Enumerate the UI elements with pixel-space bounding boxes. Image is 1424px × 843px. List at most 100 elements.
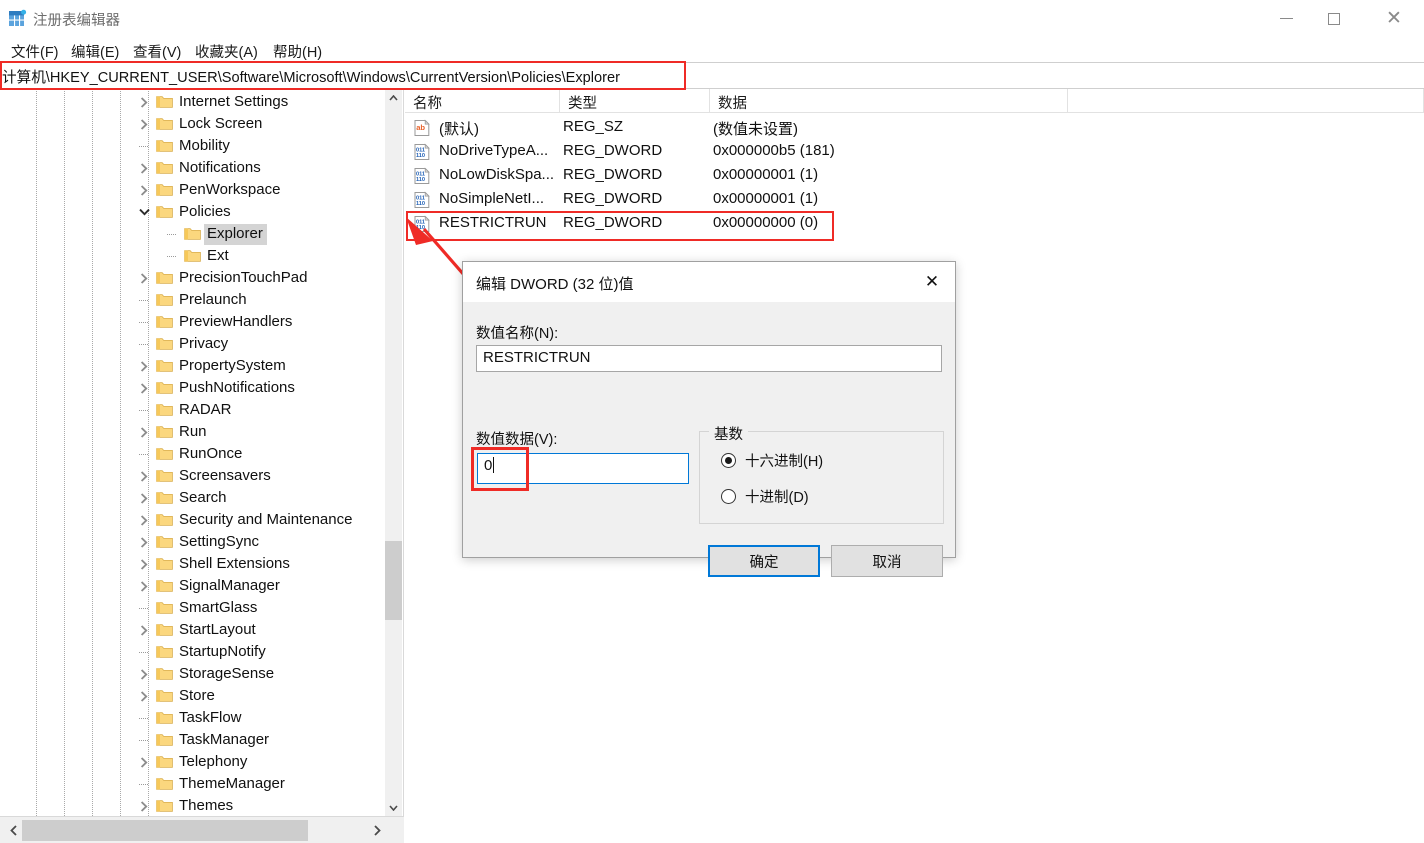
tree-vertical-scrollbar[interactable] (385, 89, 402, 816)
chevron-down-icon[interactable] (136, 201, 152, 223)
chevron-right-icon[interactable] (136, 751, 152, 773)
value-row[interactable]: ab (默认) REG_SZ (数值未设置) (405, 116, 1424, 140)
value-row[interactable]: 011 110 RESTRICTRUN REG_DWORD 0x00000000 (0) (405, 212, 1424, 236)
chevron-right-icon[interactable] (136, 113, 152, 135)
minimize-button[interactable] (1263, 0, 1309, 37)
tree-item-run[interactable]: Run (0, 421, 380, 443)
tree-item-store[interactable]: Store (0, 685, 380, 707)
folder-icon (184, 227, 201, 241)
menu-item-0[interactable]: 文件(F) (8, 40, 62, 61)
value-row[interactable]: 011 110 NoDriveTypeA... REG_DWORD 0x000000b5… (405, 140, 1424, 164)
tree-item-previewhandlers[interactable]: PreviewHandlers (0, 311, 380, 333)
scroll-left-icon[interactable] (2, 819, 24, 842)
chevron-right-icon[interactable] (136, 355, 152, 377)
chevron-right-icon[interactable] (136, 465, 152, 487)
chevron-right-icon[interactable] (136, 487, 152, 509)
tree-item-startlayout[interactable]: StartLayout (0, 619, 380, 641)
tree-item-taskmanager[interactable]: TaskManager (0, 729, 380, 751)
tree-item-ext[interactable]: Ext (0, 245, 380, 267)
scroll-down-icon[interactable] (385, 799, 402, 816)
tree-horizontal-scrollbar[interactable] (0, 816, 404, 843)
value-row[interactable]: 011 110 NoLowDiskSpa... REG_DWORD 0x00000001… (405, 164, 1424, 188)
tree-item-themes[interactable]: Themes (0, 795, 380, 816)
tree-scrollbar-thumb[interactable] (385, 541, 402, 620)
value-data: 0x00000001 (1) (713, 190, 819, 207)
menu-item-4[interactable]: 帮助(H) (270, 40, 325, 61)
maximize-button[interactable] (1311, 0, 1357, 37)
folder-icon (156, 447, 173, 461)
chevron-right-icon[interactable] (136, 795, 152, 816)
menu-item-2[interactable]: 查看(V) (130, 40, 184, 61)
column-header-3[interactable] (1068, 89, 1424, 113)
column-header-0[interactable]: 名称 (405, 89, 560, 113)
chevron-right-icon[interactable] (136, 91, 152, 113)
tree-item-notifications[interactable]: Notifications (0, 157, 380, 179)
chevron-right-icon[interactable] (136, 619, 152, 641)
tree-item-lock-screen[interactable]: Lock Screen (0, 113, 380, 135)
tree-item-settingsync[interactable]: SettingSync (0, 531, 380, 553)
tree-item-thememanager[interactable]: ThemeManager (0, 773, 380, 795)
tree-item-taskflow[interactable]: TaskFlow (0, 707, 380, 729)
tree-item-label: Mobility (179, 137, 230, 154)
tree-item-policies[interactable]: Policies (0, 201, 380, 223)
dialog-body: 数值名称(N): RESTRICTRUN 数值数据(V): 0 基数 十六进制(… (463, 302, 955, 577)
tree-item-prelaunch[interactable]: Prelaunch (0, 289, 380, 311)
tree-item-security-and-maintenance[interactable]: Security and Maintenance (0, 509, 380, 531)
tree-item-shell-extensions[interactable]: Shell Extensions (0, 553, 380, 575)
registry-tree[interactable]: Internet Settings Lock Screen Mobility Noti… (0, 89, 380, 816)
value-name-input[interactable]: RESTRICTRUN (476, 345, 942, 372)
close-button[interactable]: ✕ (1371, 0, 1417, 37)
tree-item-label: Privacy (179, 335, 229, 352)
tree-item-penworkspace[interactable]: PenWorkspace (0, 179, 380, 201)
column-header-2[interactable]: 数据 (710, 89, 1068, 113)
scroll-up-icon[interactable] (385, 89, 402, 106)
tree-item-search[interactable]: Search (0, 487, 380, 509)
chevron-right-icon[interactable] (136, 531, 152, 553)
tree-item-pushnotifications[interactable]: PushNotifications (0, 377, 380, 399)
tree-item-smartglass[interactable]: SmartGlass (0, 597, 380, 619)
tree-item-signalmanager[interactable]: SignalManager (0, 575, 380, 597)
chevron-right-icon[interactable] (136, 575, 152, 597)
tree-item-telephony[interactable]: Telephony (0, 751, 380, 773)
chevron-right-icon[interactable] (136, 179, 152, 201)
value-row[interactable]: 011 110 NoSimpleNetI... REG_DWORD 0x00000001… (405, 188, 1424, 212)
chevron-right-icon[interactable] (136, 663, 152, 685)
radio-hexadecimal[interactable]: 十六进制(H) (721, 449, 823, 471)
chevron-right-icon[interactable] (136, 421, 152, 443)
chevron-right-icon[interactable] (136, 553, 152, 575)
tree-hscrollbar-thumb[interactable] (22, 820, 308, 841)
tree-item-screensavers[interactable]: Screensavers (0, 465, 380, 487)
chevron-right-icon[interactable] (136, 157, 152, 179)
tree-item-precisiontouchpad[interactable]: PrecisionTouchPad (0, 267, 380, 289)
dialog-close-button[interactable]: ✕ (909, 262, 955, 302)
tree-item-runonce[interactable]: RunOnce (0, 443, 380, 465)
tree-item-propertysystem[interactable]: PropertySystem (0, 355, 380, 377)
radio-decimal[interactable]: 十进制(D) (721, 485, 809, 507)
tree-item-storagesense[interactable]: StorageSense (0, 663, 380, 685)
scroll-right-icon[interactable] (366, 819, 388, 842)
address-bar[interactable]: 计算机\HKEY_CURRENT_USER\Software\Microsoft… (0, 62, 1424, 89)
folder-icon (184, 249, 201, 263)
tree-item-radar[interactable]: RADAR (0, 399, 380, 421)
tree-item-mobility[interactable]: Mobility (0, 135, 380, 157)
chevron-right-icon[interactable] (136, 685, 152, 707)
tree-item-label: TaskManager (179, 731, 270, 748)
chevron-right-icon[interactable] (136, 377, 152, 399)
ok-button[interactable]: 确定 (708, 545, 820, 577)
cancel-button[interactable]: 取消 (831, 545, 943, 577)
tree-item-explorer[interactable]: Explorer (0, 223, 380, 245)
value-data-input[interactable]: 0 (477, 453, 689, 484)
title-bar: 注册表编辑器 ✕ (0, 0, 1424, 37)
tree-item-privacy[interactable]: Privacy (0, 333, 380, 355)
tree-item-internet-settings[interactable]: Internet Settings (0, 91, 380, 113)
dword-value-icon: 011 110 (413, 167, 431, 185)
tree-item-startupnotify[interactable]: StartupNotify (0, 641, 380, 663)
menu-item-1[interactable]: 编辑(E) (68, 40, 122, 61)
chevron-right-icon[interactable] (136, 267, 152, 289)
column-header-1[interactable]: 类型 (560, 89, 710, 113)
menu-item-3[interactable]: 收藏夹(A) (192, 40, 261, 61)
tree-connector (139, 300, 148, 301)
folder-icon (156, 95, 173, 109)
folder-icon (156, 777, 173, 791)
chevron-right-icon[interactable] (136, 509, 152, 531)
